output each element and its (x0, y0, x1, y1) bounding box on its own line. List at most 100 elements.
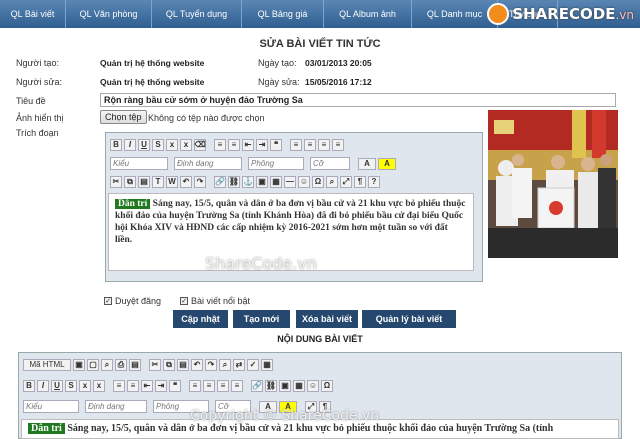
paste2-icon[interactable]: ▤ (177, 358, 189, 371)
cut-icon[interactable]: ✂ (110, 175, 122, 188)
choose-file-button[interactable]: Chọn tệp (100, 110, 147, 124)
new-page-icon[interactable]: ▢ (87, 358, 99, 371)
bg-color-icon[interactable]: A (378, 157, 396, 170)
hr-icon[interactable]: — (284, 175, 296, 188)
outdent-icon[interactable]: ⇤ (242, 138, 254, 151)
save-icon[interactable]: ▣ (73, 358, 85, 371)
paste-word-icon[interactable]: W (166, 175, 178, 188)
outdent2-icon[interactable]: ⇤ (141, 379, 153, 392)
editor2-toolbar-row2: B I U S x x ≡ ≡ ⇤ ⇥ ❝ ≡ ≡ ≡ ≡ 🔗 ⛓ ▣ ▦ ☺ … (23, 377, 333, 394)
unlink2-icon[interactable]: ⛓ (265, 379, 277, 392)
sup2-icon[interactable]: x (93, 379, 105, 392)
tab-danh-muc[interactable]: QL Danh mục (412, 0, 498, 28)
remove-format-icon[interactable]: ⌫ (194, 138, 206, 151)
blockquote-icon[interactable]: ❝ (270, 138, 282, 151)
justify-icon[interactable]: ≡ (332, 138, 344, 151)
spell-icon[interactable]: ✓ (247, 358, 259, 371)
size-select[interactable]: Cỡ (310, 157, 350, 170)
special-char-icon[interactable]: Ω (312, 175, 324, 188)
italic-icon[interactable]: I (124, 138, 136, 151)
special2-icon[interactable]: Ω (321, 379, 333, 392)
format-select[interactable]: Định dạng (174, 157, 242, 170)
right2-icon[interactable]: ≡ (217, 379, 229, 392)
ul2-icon[interactable]: ≡ (127, 379, 139, 392)
tab-van-phong[interactable]: QL Văn phòng (66, 0, 152, 28)
bullet-list-icon[interactable]: ≡ (228, 138, 240, 151)
image-icon[interactable]: ▣ (256, 175, 268, 188)
indent2-icon[interactable]: ⇥ (155, 379, 167, 392)
link-icon[interactable]: 🔗 (214, 175, 226, 188)
align-right-icon[interactable]: ≡ (318, 138, 330, 151)
find2-icon[interactable]: ⌕ (219, 358, 231, 371)
editor-value: Quản trị hệ thống website (100, 77, 205, 87)
center2-icon[interactable]: ≡ (203, 379, 215, 392)
style2-select[interactable]: Kiểu (23, 400, 79, 413)
featured-check-icon: ✓ (180, 297, 188, 305)
sub2-icon[interactable]: x (79, 379, 91, 392)
ol2-icon[interactable]: ≡ (113, 379, 125, 392)
select-all-icon[interactable]: ▦ (261, 358, 273, 371)
smiley-icon[interactable]: ☺ (298, 175, 310, 188)
smiley2-icon[interactable]: ☺ (307, 379, 319, 392)
about-icon[interactable]: ? (368, 175, 380, 188)
copy-icon[interactable]: ⧉ (124, 175, 136, 188)
text-color-icon[interactable]: A (358, 157, 376, 170)
template-icon[interactable]: ▤ (129, 358, 141, 371)
quote2-icon[interactable]: ❝ (169, 379, 181, 392)
strike2-icon[interactable]: S (65, 379, 77, 392)
style-select[interactable]: Kiểu (110, 157, 168, 170)
indent-icon[interactable]: ⇥ (256, 138, 268, 151)
editor-toolbar-row1: B I U S x x ⌫ ≡ ≡ ⇤ ⇥ ❝ ≡ ≡ ≡ ≡ (110, 136, 344, 153)
paste-text-icon[interactable]: T (152, 175, 164, 188)
strike-icon[interactable]: S (152, 138, 164, 151)
print-icon[interactable]: ⎙ (115, 358, 127, 371)
tab-bang-gia[interactable]: QL Bảng giá (242, 0, 324, 28)
created-value: 03/01/2013 20:05 (305, 58, 372, 68)
manage-button[interactable]: Quản lý bài viết (362, 310, 456, 328)
italic2-icon[interactable]: I (37, 379, 49, 392)
redo-icon[interactable]: ↷ (194, 175, 206, 188)
source-button[interactable]: Mã HTML (23, 358, 71, 371)
published-checkbox[interactable]: ✓ Duyệt đăng (104, 296, 161, 306)
preview-icon[interactable]: ⌕ (101, 358, 113, 371)
image2-icon[interactable]: ▣ (279, 379, 291, 392)
subscript-icon[interactable]: x (166, 138, 178, 151)
justify2-icon[interactable]: ≡ (231, 379, 243, 392)
undo-icon[interactable]: ↶ (180, 175, 192, 188)
bold2-icon[interactable]: B (23, 379, 35, 392)
featured-checkbox[interactable]: ✓ Bài viết nổi bật (180, 296, 250, 306)
underline-icon[interactable]: U (138, 138, 150, 151)
new-button[interactable]: Tạo mới (233, 310, 290, 328)
delete-button[interactable]: Xóa bài viết (296, 310, 358, 328)
left2-icon[interactable]: ≡ (189, 379, 201, 392)
paste-icon[interactable]: ▤ (138, 175, 150, 188)
redo2-icon[interactable]: ↷ (205, 358, 217, 371)
no-file-text: Không có tệp nào được chọn (148, 113, 265, 123)
link2-icon[interactable]: 🔗 (251, 379, 263, 392)
table2-icon[interactable]: ▦ (293, 379, 305, 392)
undo2-icon[interactable]: ↶ (191, 358, 203, 371)
unlink-icon[interactable]: ⛓ (228, 175, 240, 188)
font-select[interactable]: Phông (248, 157, 304, 170)
tab-bai-viet[interactable]: QL Bài viết (0, 0, 66, 28)
superscript-icon[interactable]: x (180, 138, 192, 151)
format2-select[interactable]: Định dạng (85, 400, 147, 413)
update-button[interactable]: Cập nhật (173, 310, 228, 328)
bold-icon[interactable]: B (110, 138, 122, 151)
maximize-icon[interactable]: ⤢ (340, 175, 352, 188)
cut2-icon[interactable]: ✂ (149, 358, 161, 371)
find-icon[interactable]: ⌕ (326, 175, 338, 188)
table-icon[interactable]: ▦ (270, 175, 282, 188)
underline2-icon[interactable]: U (51, 379, 63, 392)
anchor-icon[interactable]: ⚓ (242, 175, 254, 188)
title-input[interactable]: Rộn ràng bầu cử sớm ở huyện đảo Trường S… (100, 93, 616, 107)
blocks-icon[interactable]: ¶ (354, 175, 366, 188)
copy2-icon[interactable]: ⧉ (163, 358, 175, 371)
tab-album-anh[interactable]: QL Album ảnh (324, 0, 412, 28)
numbered-list-icon[interactable]: ≡ (214, 138, 226, 151)
align-left-icon[interactable]: ≡ (290, 138, 302, 151)
creator-label: Người tạo: (16, 58, 59, 68)
tab-tuyen-dung[interactable]: QL Tuyển dụng (152, 0, 242, 28)
align-center-icon[interactable]: ≡ (304, 138, 316, 151)
replace-icon[interactable]: ⇄ (233, 358, 245, 371)
